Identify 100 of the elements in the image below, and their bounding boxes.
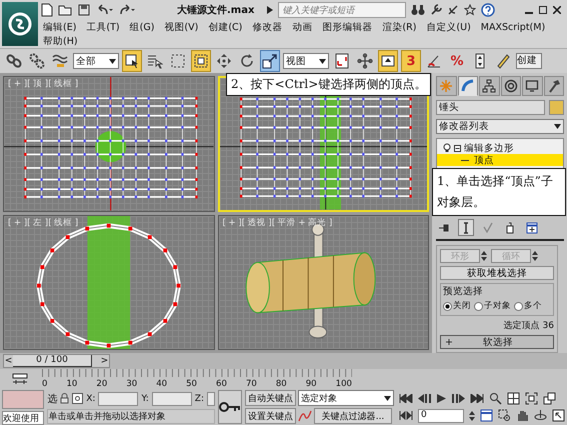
lightbulb-icon[interactable] (443, 143, 451, 154)
save-icon[interactable] (78, 4, 90, 16)
radio-option[interactable]: 子对象 (474, 300, 511, 312)
open-folder-icon[interactable] (58, 4, 73, 16)
welcome-field[interactable]: 欢迎使用 (2, 410, 44, 425)
auto-key-button[interactable]: 自动关键点 (245, 390, 296, 406)
help-icon[interactable] (481, 3, 496, 17)
window-title: 大锤源文件.max (177, 4, 254, 17)
go-to-end-icon[interactable] (470, 394, 484, 403)
zoom-all-icon[interactable] (507, 392, 520, 405)
object-name-field[interactable]: 锤头 (436, 100, 545, 116)
frame-tick-label: 80 (276, 378, 287, 389)
radio-option[interactable]: 关闭 (443, 300, 471, 312)
toolbar-dropdown[interactable]: 视图 (283, 53, 329, 70)
zoom-icon[interactable] (489, 392, 502, 405)
close-icon[interactable] (553, 6, 561, 14)
collapse-toggle[interactable] (454, 144, 461, 152)
zoom-extents-all-icon[interactable] (543, 392, 556, 405)
instruction-tooltip: 1、单击选择“顶点”子对象层。 (432, 168, 566, 216)
modify-tab[interactable] (458, 76, 478, 96)
app-logo-icon[interactable] (2, 2, 38, 46)
selection-lock-toggle[interactable]: 选 (47, 392, 58, 406)
display-tab-icon (525, 79, 540, 94)
named-selection-field[interactable]: 创建 (516, 53, 542, 70)
zoom-extents-icon[interactable] (525, 392, 538, 405)
z-coordinate-field[interactable] (207, 392, 215, 406)
soft-selection-rollout[interactable]: + 软选择 (440, 335, 554, 350)
object-color-swatch[interactable] (549, 100, 564, 116)
get-stack-selection-button[interactable]: 获取堆栈选择 (440, 266, 554, 280)
frame-tick-label: 70 (246, 378, 257, 389)
menu-item[interactable]: 工具(T) (86, 20, 120, 34)
menu-item[interactable]: 组(G) (130, 20, 154, 34)
previous-frame-icon[interactable] (418, 394, 432, 403)
toolbar-dropdown[interactable]: 全部 (73, 53, 119, 70)
search-field[interactable]: 键入关键字或短语 (278, 2, 406, 18)
menu-item[interactable]: 创建(C) (208, 20, 242, 34)
track-bar[interactable]: 0 10 20 30 40 50 60 70 80 90 100 (42, 368, 352, 389)
status-prompt: 单击或单击并拖动以选择对象 (47, 409, 215, 424)
menu-item[interactable]: 图形编辑器 (322, 20, 372, 34)
utilities-tab[interactable] (544, 76, 564, 96)
key-tangent-icon[interactable] (298, 410, 312, 422)
result-stack-icon[interactable] (458, 219, 474, 236)
coordinate-label: Z: (194, 394, 204, 404)
redo-icon[interactable] (118, 4, 136, 16)
frame-tick-label: 0 (42, 378, 48, 389)
modifier-list-dropdown[interactable]: 修改器列表 (436, 119, 564, 134)
coordinate-label: Y: (141, 394, 149, 404)
maximize-viewport-icon[interactable] (552, 409, 565, 422)
menu-item[interactable]: 视图(V) (164, 20, 198, 34)
stack-sub-item[interactable]: 顶点 (437, 154, 563, 166)
window-tool-icon[interactable] (191, 50, 211, 72)
keyboard-tool-icon[interactable] (378, 50, 398, 72)
wrench-icon[interactable] (430, 4, 442, 16)
time-slider-thumb[interactable]: 0 / 100 (13, 355, 92, 368)
new-file-icon[interactable] (41, 3, 53, 17)
lock-icon[interactable] (60, 393, 70, 404)
caret-icon (319, 58, 326, 64)
x-coordinate-field[interactable] (98, 392, 138, 406)
time-configuration-icon[interactable] (480, 409, 493, 422)
menu-item[interactable]: 修改器 (252, 20, 282, 34)
zoom-region-icon[interactable] (498, 409, 511, 422)
radio-option[interactable]: 多个 (514, 300, 542, 312)
curve-editor-icon[interactable] (12, 372, 28, 385)
key-button[interactable] (218, 390, 242, 424)
key-mode-icon[interactable] (399, 411, 413, 420)
set-key-button[interactable]: 设置关键点 (245, 408, 296, 424)
menu-item[interactable]: 帮助(H) (43, 34, 78, 48)
star-icon[interactable] (464, 4, 476, 16)
orbit-icon[interactable] (534, 409, 547, 422)
motion-tab[interactable] (500, 76, 521, 96)
hierarchy-tab[interactable] (479, 76, 500, 96)
next-frame-button[interactable]: > (100, 356, 109, 366)
key-icon (219, 402, 241, 412)
frame-tick-label: 20 (96, 378, 108, 389)
frame-field[interactable]: 0 (418, 408, 464, 423)
satellite-icon[interactable] (447, 4, 460, 16)
y-coordinate-field[interactable] (152, 392, 192, 406)
select-tool-icon[interactable] (122, 50, 142, 72)
absolute-mode-icon[interactable] (72, 393, 84, 404)
menu-item[interactable]: 动画 (292, 20, 312, 34)
menu-item[interactable]: 编辑(E) (43, 20, 76, 34)
key-mode-dropdown[interactable]: 选定对象 (298, 390, 394, 406)
key-filters-button[interactable]: 关键点过滤器... (314, 408, 392, 424)
play-icon[interactable] (437, 394, 446, 403)
go-to-start-icon[interactable] (399, 394, 413, 403)
caret-icon (384, 396, 391, 401)
scale-tool-icon[interactable] (260, 50, 280, 72)
snap-toggle[interactable]: % (447, 50, 467, 72)
maximize-icon[interactable] (539, 6, 547, 14)
menu-item[interactable]: 渲染(R) (382, 20, 416, 34)
previous-frame-button[interactable]: < (4, 356, 13, 366)
display-tab[interactable] (522, 76, 542, 96)
next-frame-icon[interactable] (451, 394, 465, 403)
expand-arrow-icon[interactable] (267, 6, 274, 14)
menu-item[interactable]: MAXScript(M) (480, 22, 546, 32)
menu-item[interactable]: 自定义(U) (426, 20, 471, 34)
binoculars-icon[interactable] (411, 4, 426, 16)
selection-info: 选定顶点 36 (504, 320, 554, 332)
spinner-icon[interactable] (469, 410, 475, 421)
stack-item[interactable]: 编辑多边形 (464, 142, 514, 155)
